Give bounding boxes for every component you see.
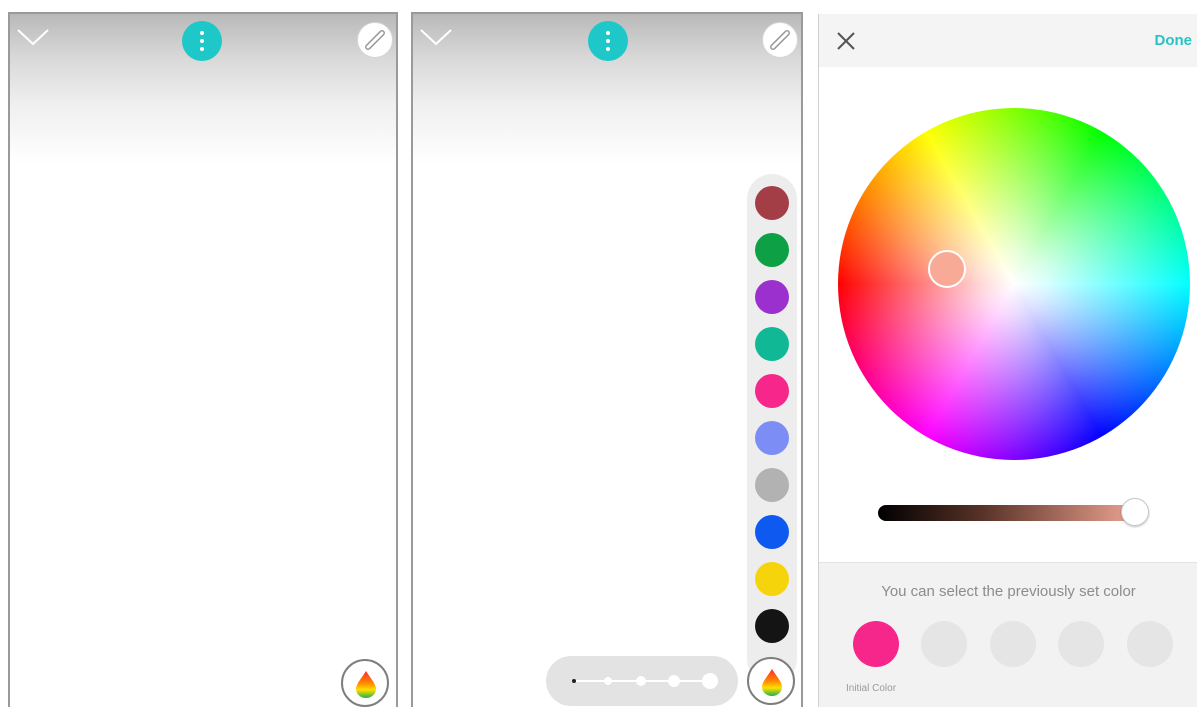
chevron-down-icon[interactable] — [16, 26, 50, 48]
color-swatch-teal[interactable] — [755, 327, 789, 361]
picker-header: Done — [819, 14, 1197, 67]
brightness-slider[interactable] — [878, 505, 1143, 521]
color-wheel[interactable] — [838, 108, 1190, 460]
recent-color-slot[interactable] — [1058, 621, 1104, 667]
thickness-slider[interactable] — [546, 656, 738, 706]
thickness-level-1[interactable] — [572, 679, 576, 683]
color-swatch-gray[interactable] — [755, 468, 789, 502]
color-drop-icon — [356, 671, 376, 698]
color-palette — [747, 174, 797, 684]
recent-color-slot[interactable] — [990, 621, 1036, 667]
thickness-level-3[interactable] — [636, 676, 646, 686]
color-button[interactable] — [341, 659, 389, 707]
color-swatch-periwinkle[interactable] — [755, 421, 789, 455]
thickness-level-4[interactable] — [668, 675, 680, 687]
color-swatch-green[interactable] — [755, 233, 789, 267]
pen-icon — [770, 30, 790, 50]
thickness-level-5[interactable] — [702, 673, 718, 689]
pen-icon — [365, 30, 385, 50]
color-swatch-yellow[interactable] — [755, 562, 789, 596]
brightness-slider-handle[interactable] — [1121, 498, 1150, 526]
color-drop-icon — [762, 669, 782, 696]
close-icon[interactable] — [835, 30, 857, 52]
more-options-button[interactable] — [182, 21, 222, 61]
initial-color-label: Initial Color — [846, 683, 897, 694]
drawing-screen — [8, 12, 398, 707]
pen-button[interactable] — [762, 22, 798, 58]
recent-colors-panel: You can select the previously set color … — [819, 562, 1197, 707]
color-swatch-purple[interactable] — [755, 280, 789, 314]
thickness-level-2[interactable] — [604, 677, 612, 685]
done-button[interactable]: Done — [1155, 32, 1193, 49]
recent-colors-message: You can select the previously set color — [881, 583, 1136, 600]
pen-button[interactable] — [357, 22, 393, 58]
color-swatch-blue[interactable] — [755, 515, 789, 549]
more-options-button[interactable] — [588, 21, 628, 61]
color-picker-screen: Done You can select the previously set c… — [818, 14, 1197, 707]
recent-color-slot[interactable] — [1127, 621, 1173, 667]
color-swatch-dark-red[interactable] — [755, 186, 789, 220]
recent-color-slot[interactable] — [921, 621, 967, 667]
palette-screen — [411, 12, 803, 707]
chevron-down-icon[interactable] — [419, 26, 453, 48]
color-button[interactable] — [747, 657, 795, 705]
initial-color-swatch[interactable] — [853, 621, 899, 667]
color-wheel-selector[interactable] — [928, 250, 966, 288]
color-swatch-pink[interactable] — [755, 374, 789, 408]
color-swatch-black[interactable] — [755, 609, 789, 643]
